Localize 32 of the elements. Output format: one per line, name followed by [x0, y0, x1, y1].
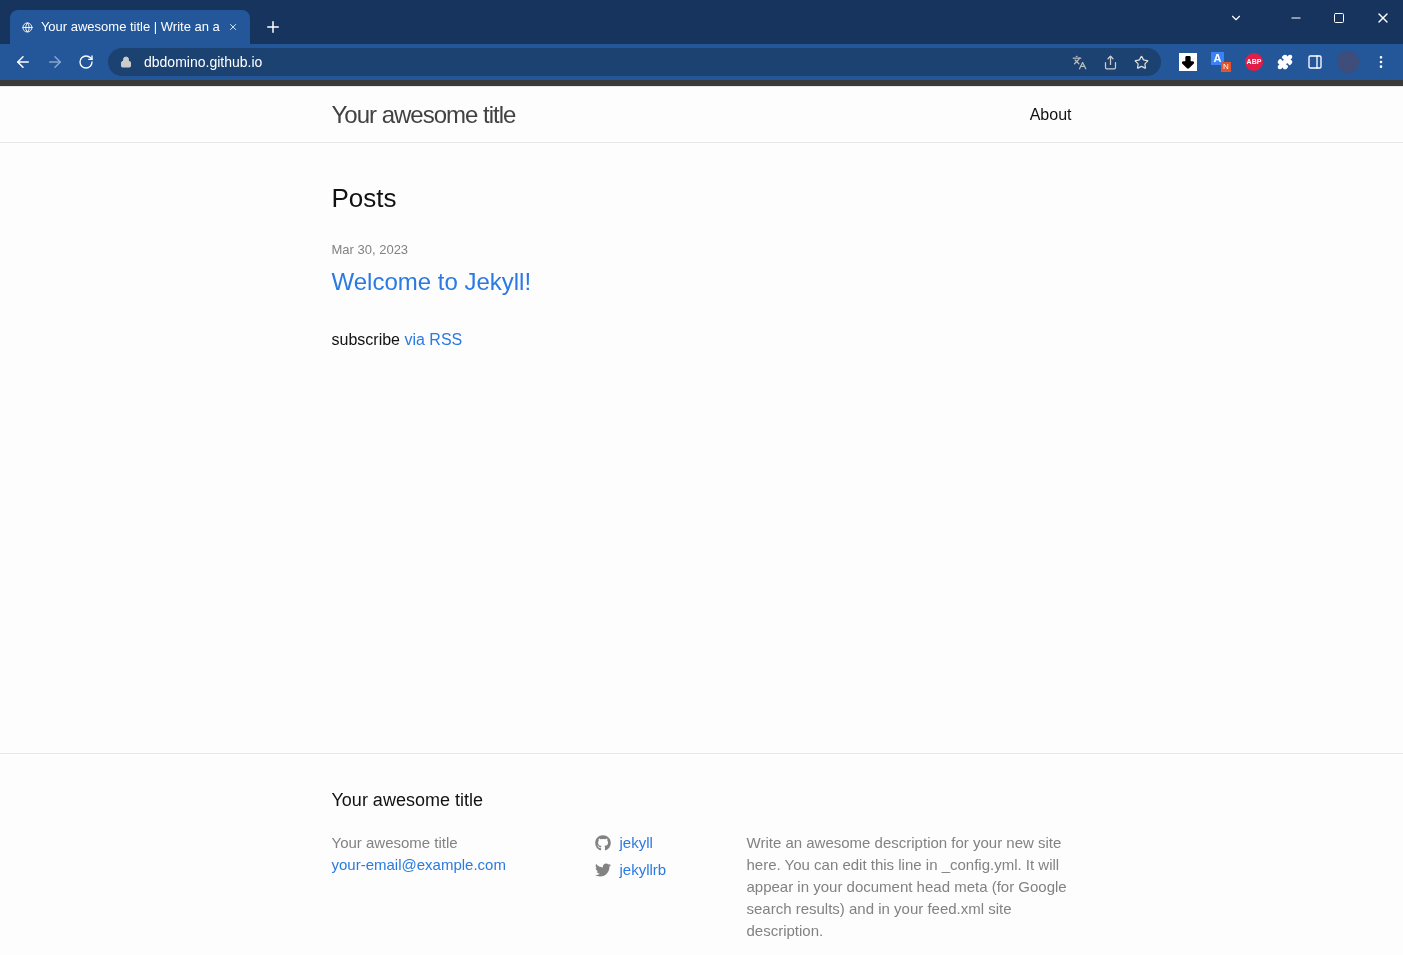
- back-icon[interactable]: [14, 53, 32, 71]
- lock-icon: [120, 56, 132, 68]
- rss-link[interactable]: via RSS: [404, 330, 463, 348]
- address-bar[interactable]: dbdomino.github.io: [108, 48, 1161, 76]
- twitter-icon: [594, 862, 611, 878]
- site-title[interactable]: Your awesome title: [331, 96, 516, 133]
- new-tab-icon[interactable]: [264, 18, 282, 36]
- social-link[interactable]: jekyllrb: [619, 859, 667, 881]
- footer-name: Your awesome title: [331, 833, 459, 853]
- maximize-icon[interactable]: [1333, 12, 1345, 24]
- browser-tab[interactable]: Your awesome title | Write an a: [10, 10, 250, 44]
- social-link[interactable]: jekyll: [619, 832, 653, 854]
- translate-icon[interactable]: [1072, 54, 1087, 70]
- globe-icon: [22, 19, 33, 35]
- post-link[interactable]: Welcome to Jekyll!: [331, 263, 1072, 300]
- nav-link[interactable]: About: [1029, 102, 1072, 127]
- bookmark-star-icon[interactable]: [1134, 54, 1149, 70]
- subscribe-text: subscribe via RSS: [331, 329, 464, 350]
- url-text: dbdomino.github.io: [144, 52, 263, 72]
- download-extension-icon[interactable]: [1179, 53, 1197, 71]
- extensions-icon[interactable]: [1277, 54, 1293, 70]
- footer-title: Your awesome title: [331, 789, 484, 812]
- forward-icon[interactable]: [46, 53, 64, 71]
- site-description: Write an awesome description for your new site here. You can edit this line in _config.yml. It will appear in your document head meta (for Google search results) and in your feed.xml site description.: [746, 833, 1068, 941]
- email-link[interactable]: your-email@example.com: [331, 856, 506, 873]
- reload-icon[interactable]: [78, 54, 94, 70]
- tab-title: Your awesome title | Write an a: [40, 18, 220, 37]
- post-date: Mar 30, 2023: [331, 241, 410, 259]
- github-icon: [594, 835, 611, 851]
- share-icon[interactable]: [1103, 54, 1118, 70]
- posts-heading: Posts: [331, 182, 398, 215]
- side-panel-icon[interactable]: [1307, 54, 1323, 70]
